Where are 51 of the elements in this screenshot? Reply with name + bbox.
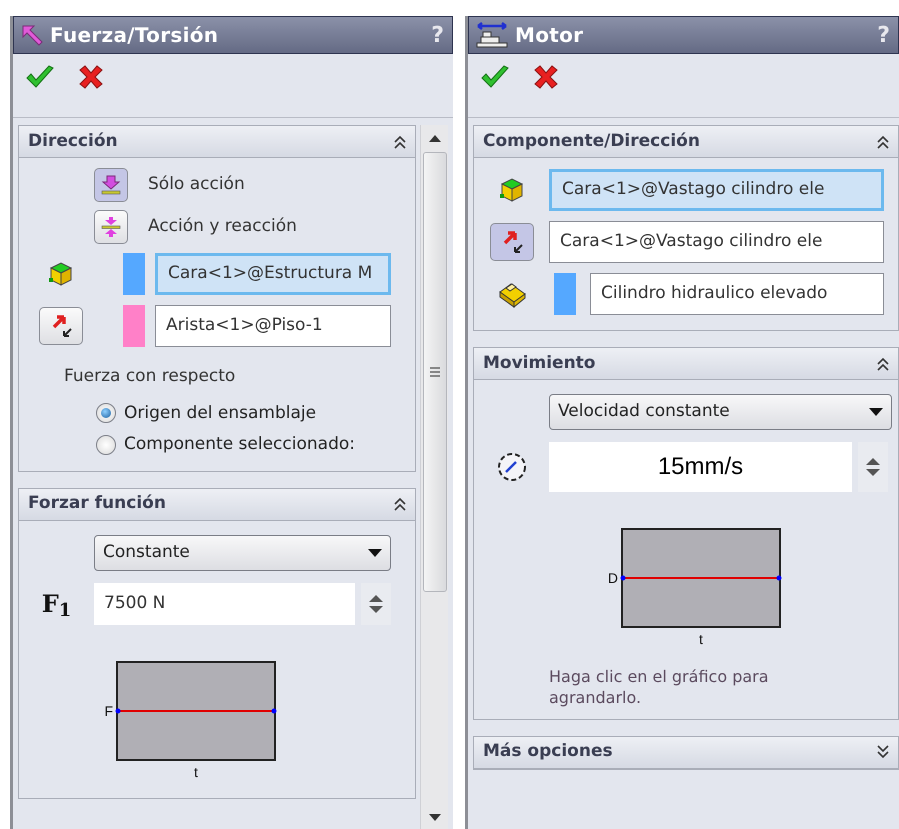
panel-title: Motor: [515, 22, 584, 49]
down-arrow-icon: [428, 814, 440, 821]
selection-field[interactable]: Cilindro hidraulico elevado: [590, 273, 884, 315]
radio-button[interactable]: [96, 403, 116, 424]
section-header[interactable]: Forzar función: [19, 488, 415, 520]
option-button[interactable]: [94, 210, 128, 244]
option-button[interactable]: [94, 168, 128, 202]
cancel-icon[interactable]: [532, 64, 560, 90]
option-label: Acción y reacción: [148, 215, 297, 238]
selection-field[interactable]: Cara<1>@Estructura M: [155, 253, 391, 295]
field-label: Fuerza con respecto: [64, 366, 236, 386]
spin-buttons[interactable]: [858, 442, 888, 492]
up-arrow-icon: [866, 458, 880, 465]
option-label: Sólo acción: [148, 173, 245, 196]
caret-icon: [368, 548, 382, 556]
value-field[interactable]: 15mm/s: [549, 442, 852, 492]
radio-button[interactable]: [96, 434, 116, 455]
section-header[interactable]: Movimiento: [474, 348, 898, 380]
reverse-direction-button[interactable]: [490, 223, 534, 261]
scrollbar[interactable]: [420, 125, 448, 829]
hint-text: Haga clic en el gráfico para agrandarlo.: [549, 667, 770, 709]
reverse-direction-button[interactable]: [39, 307, 83, 345]
grip-icon: [428, 366, 440, 378]
selection-field[interactable]: Arista<1>@Piso-1: [155, 305, 391, 347]
section-header[interactable]: Más opciones: [474, 736, 898, 769]
arrow-down-icon: [101, 174, 121, 196]
section-header[interactable]: Componente/Dirección: [474, 126, 898, 158]
gauge-icon: [496, 451, 528, 483]
ok-icon[interactable]: [25, 64, 55, 90]
motor-icon: [475, 21, 509, 49]
down-arrow-icon: [866, 469, 880, 476]
cube-icon: [498, 176, 526, 204]
arrow-icon: [20, 23, 44, 47]
selection-field[interactable]: Cara<1>@Vastago cilindro ele: [549, 221, 884, 263]
up-arrow-icon: [428, 135, 440, 142]
value-field[interactable]: 7500 N: [94, 582, 355, 624]
radio-label: Origen del ensamblaje: [124, 402, 316, 424]
cancel-icon[interactable]: [77, 64, 105, 90]
arrows-inward-icon: [101, 216, 121, 238]
caret-icon: [869, 408, 883, 416]
dropdown[interactable]: Constante: [94, 534, 391, 570]
up-arrow-icon: [369, 594, 383, 602]
panel-title: Fuerza/Torsión: [50, 22, 218, 49]
force-symbol: F$_{1}$: [42, 588, 72, 622]
ok-icon[interactable]: [480, 64, 510, 90]
dropdown[interactable]: Velocidad constante: [549, 394, 892, 430]
spin-buttons[interactable]: [361, 582, 391, 624]
section-header[interactable]: Dirección: [19, 126, 415, 158]
down-arrow-icon: [369, 606, 383, 612]
selection-field[interactable]: Cara<1>@Vastago cilindro ele: [549, 169, 884, 211]
radio-label: Componente seleccionado:: [124, 433, 355, 456]
